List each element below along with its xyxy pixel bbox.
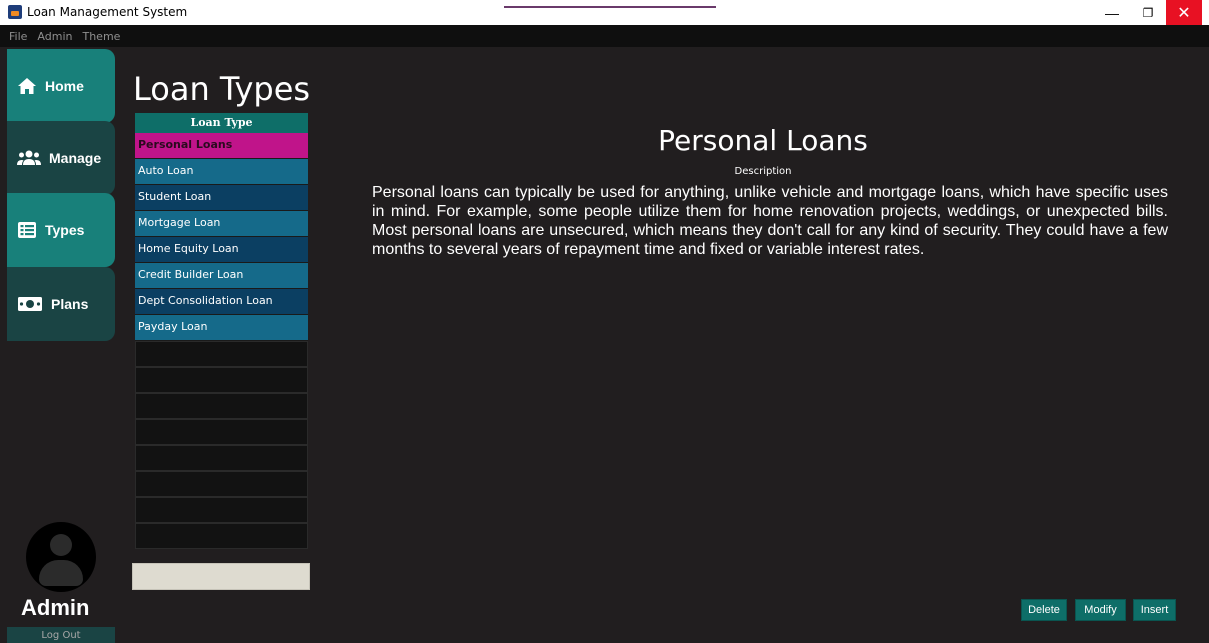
- sidebar: Home Manage Types Plans Admin Log Out: [7, 47, 115, 643]
- delete-button[interactable]: Delete: [1021, 599, 1067, 621]
- minimize-button[interactable]: —: [1094, 0, 1130, 25]
- close-button[interactable]: ✕: [1166, 0, 1202, 25]
- table-row-empty[interactable]: [135, 523, 308, 549]
- table-header: Loan Type: [135, 113, 308, 133]
- table-row[interactable]: Student Loan: [135, 185, 308, 211]
- modify-button[interactable]: Modify: [1075, 599, 1126, 621]
- users-icon: [17, 150, 41, 165]
- avatar-body: [39, 560, 83, 586]
- list-icon: [18, 222, 36, 238]
- user-name: Admin: [21, 595, 90, 620]
- table-row[interactable]: Credit Builder Loan: [135, 263, 308, 289]
- table-row-empty[interactable]: [135, 497, 308, 523]
- sidebar-item-manage[interactable]: Manage: [7, 121, 115, 195]
- title-bar: Loan Management System — ❐ ✕: [0, 0, 1209, 25]
- sidebar-item-types[interactable]: Types: [7, 193, 115, 267]
- money-icon: [18, 297, 42, 311]
- table-row-empty[interactable]: [135, 445, 308, 471]
- app-icon: [8, 5, 22, 19]
- maximize-button[interactable]: ❐: [1130, 0, 1166, 25]
- table-row[interactable]: Auto Loan: [135, 159, 308, 185]
- table-row[interactable]: Payday Loan: [135, 315, 308, 341]
- table-row-empty[interactable]: [135, 367, 308, 393]
- table-row[interactable]: Personal Loans: [135, 133, 308, 159]
- avatar-head: [50, 534, 72, 556]
- menu-bar: File Admin Theme: [0, 25, 1209, 47]
- loan-type-input[interactable]: [132, 563, 310, 590]
- sidebar-item-label: Types: [45, 222, 85, 238]
- sidebar-item-plans[interactable]: Plans: [7, 267, 115, 341]
- table-row[interactable]: Home Equity Loan: [135, 237, 308, 263]
- page-title: Loan Types: [133, 70, 311, 108]
- description-label: Description: [734, 166, 792, 177]
- table-row-empty[interactable]: [135, 341, 308, 367]
- loan-type-table: Loan Type Personal Loans Auto Loan Stude…: [135, 113, 308, 549]
- menu-theme[interactable]: Theme: [82, 30, 120, 43]
- home-icon: [18, 78, 36, 94]
- logout-button[interactable]: Log Out: [7, 627, 115, 643]
- table-row[interactable]: Dept Consolidation Loan: [135, 289, 308, 315]
- detail-title: Personal Loans: [658, 124, 868, 157]
- avatar: [26, 522, 96, 592]
- window-title: Loan Management System: [27, 5, 188, 19]
- table-row-empty[interactable]: [135, 393, 308, 419]
- sidebar-item-label: Manage: [49, 150, 102, 166]
- menu-file[interactable]: File: [9, 30, 27, 43]
- description-text: Personal loans can typically be used for…: [372, 184, 1168, 258]
- insert-button[interactable]: Insert: [1133, 599, 1176, 621]
- table-row-empty[interactable]: [135, 471, 308, 497]
- sidebar-item-label: Plans: [51, 296, 89, 312]
- sidebar-item-label: Home: [45, 78, 84, 94]
- table-row-empty[interactable]: [135, 419, 308, 445]
- title-accent-line: [504, 6, 716, 8]
- table-row[interactable]: Mortgage Loan: [135, 211, 308, 237]
- sidebar-item-home[interactable]: Home: [7, 49, 115, 123]
- menu-admin[interactable]: Admin: [37, 30, 72, 43]
